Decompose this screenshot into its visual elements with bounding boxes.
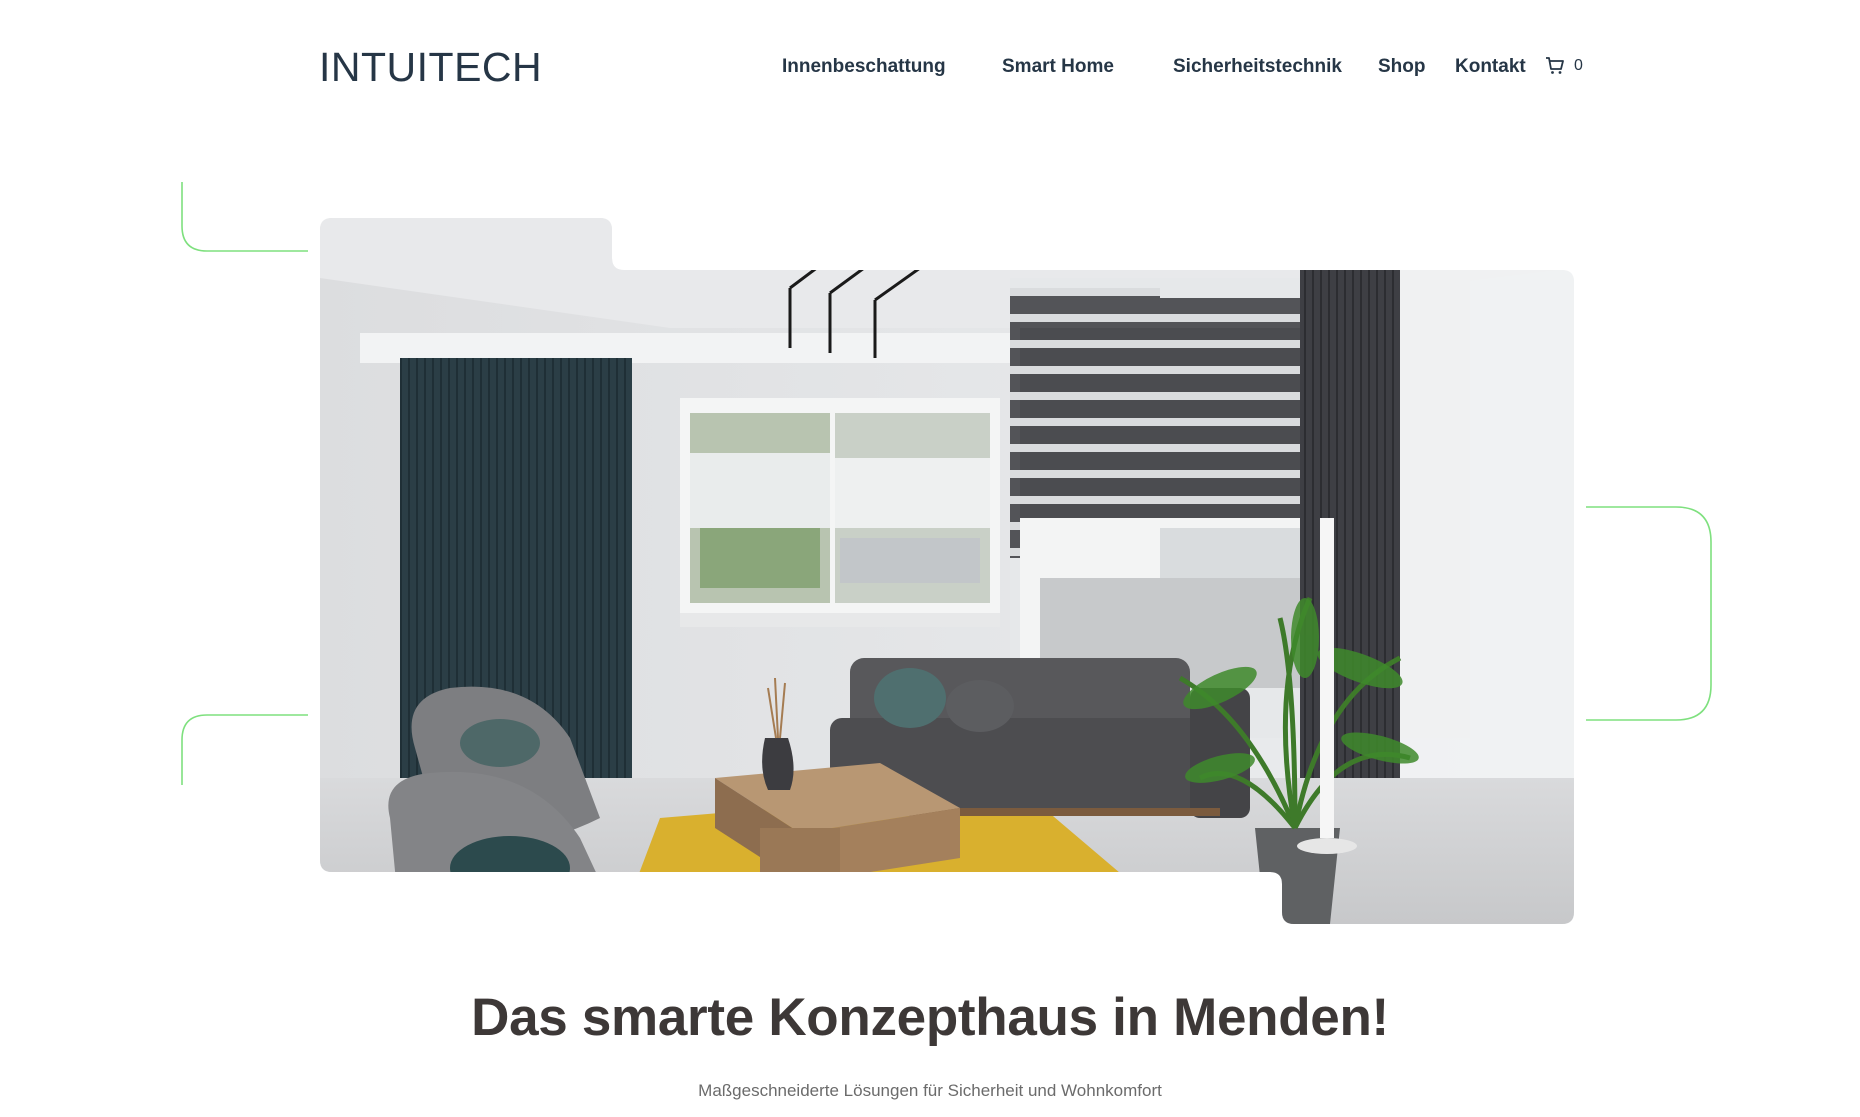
- cart-icon: [1546, 57, 1564, 74]
- hero-headline: Das smarte Konzepthaus in Menden!: [471, 988, 1389, 1047]
- cart-button[interactable]: 0: [1545, 56, 1583, 76]
- nav-item-shop[interactable]: Shop: [1378, 56, 1426, 78]
- corner-line-bottom-left: [181, 714, 308, 785]
- hero-image: [320, 218, 1574, 924]
- page: INTUITECH Innenbeschattung Smart Home Si…: [0, 0, 1860, 1117]
- nav-item-sicherheitstechnik[interactable]: Sicherheitstechnik: [1173, 56, 1342, 78]
- nav-item-kontakt[interactable]: Kontakt: [1455, 56, 1526, 78]
- nav-item-smart-home[interactable]: Smart Home: [1002, 56, 1114, 78]
- cart-count: 0: [1574, 57, 1583, 74]
- site-header: INTUITECH Innenbeschattung Smart Home Si…: [0, 0, 1860, 140]
- hero-subline: Maßgeschneiderte Lösungen für Sicherheit…: [698, 1081, 1162, 1100]
- nav-item-innenbeschattung[interactable]: Innenbeschattung: [782, 56, 946, 78]
- living-room-photo: [320, 218, 1574, 924]
- corner-line-right: [1586, 506, 1712, 721]
- corner-line-top-left: [181, 182, 308, 252]
